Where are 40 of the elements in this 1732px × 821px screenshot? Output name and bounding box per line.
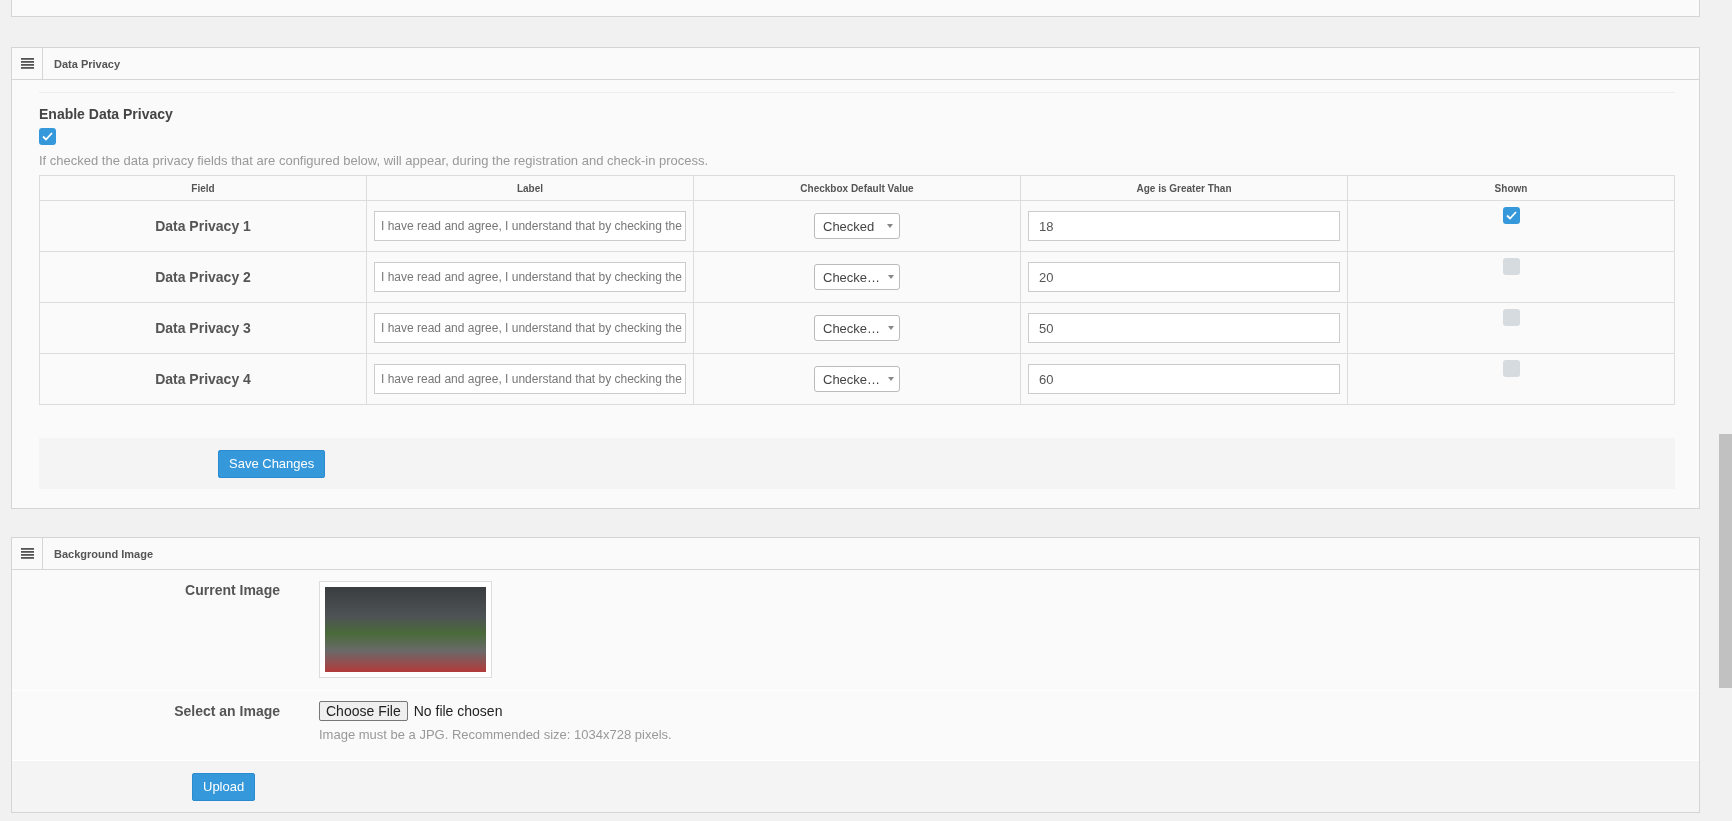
default-value-select[interactable]: Checked [814,213,900,239]
file-status: No file chosen [413,703,503,719]
column-header: Age is Greater Than [1020,175,1348,201]
checkmark-icon [42,132,53,141]
label-input[interactable]: I have read and agree, I understand that by checking the [374,262,686,292]
panel-title: Background Image [53,547,154,560]
scrollbar-thumb[interactable] [1719,434,1732,688]
choose-file-button[interactable]: Choose File [319,701,408,721]
field-name: Data Privacy 4 [155,371,251,387]
default-value-select[interactable]: Checke… [814,366,900,392]
field-name: Data Privacy 3 [155,320,251,336]
age-input[interactable]: 60 [1028,364,1340,394]
column-header: Label [366,175,694,201]
label-input[interactable]: I have read and agree, I understand that by checking the [374,313,686,343]
label-input[interactable]: I have read and agree, I understand that by checking the [374,364,686,394]
menu-icon[interactable] [20,548,34,559]
column-header: Shown [1347,175,1675,201]
shown-checkbox[interactable] [1502,207,1520,224]
label-input[interactable]: I have read and agree, I understand that by checking the [374,211,686,241]
age-input[interactable]: 50 [1028,313,1340,343]
hint-text: Image must be a JPG. Recommended size: 1034x728 pixels. [319,727,672,742]
default-value-select[interactable]: Checke… [814,315,900,341]
help-text: If checked the data privacy fields that are configured below, will appear, during the registration and check-in process. [39,153,710,168]
shown-checkbox[interactable] [1502,309,1520,326]
checkmark-icon [1505,211,1517,220]
column-header: Field [39,175,367,201]
select-image-label: Select an Image [174,702,280,719]
shown-checkbox[interactable] [1502,360,1520,377]
menu-icon[interactable] [20,58,34,69]
enable-checkbox[interactable] [39,128,56,145]
field-name: Data Privacy 2 [155,269,251,285]
enable-label: Enable Data Privacy [39,106,174,122]
shown-checkbox[interactable] [1502,258,1520,275]
column-header: Checkbox Default Value [693,175,1021,201]
current-image-label: Current Image [185,581,280,598]
default-value-select[interactable]: Checke… [814,264,900,290]
field-name: Data Privacy 1 [155,218,251,234]
panel-title: Data Privacy [53,57,121,70]
age-input[interactable]: 20 [1028,262,1340,292]
age-input[interactable]: 18 [1028,211,1340,241]
